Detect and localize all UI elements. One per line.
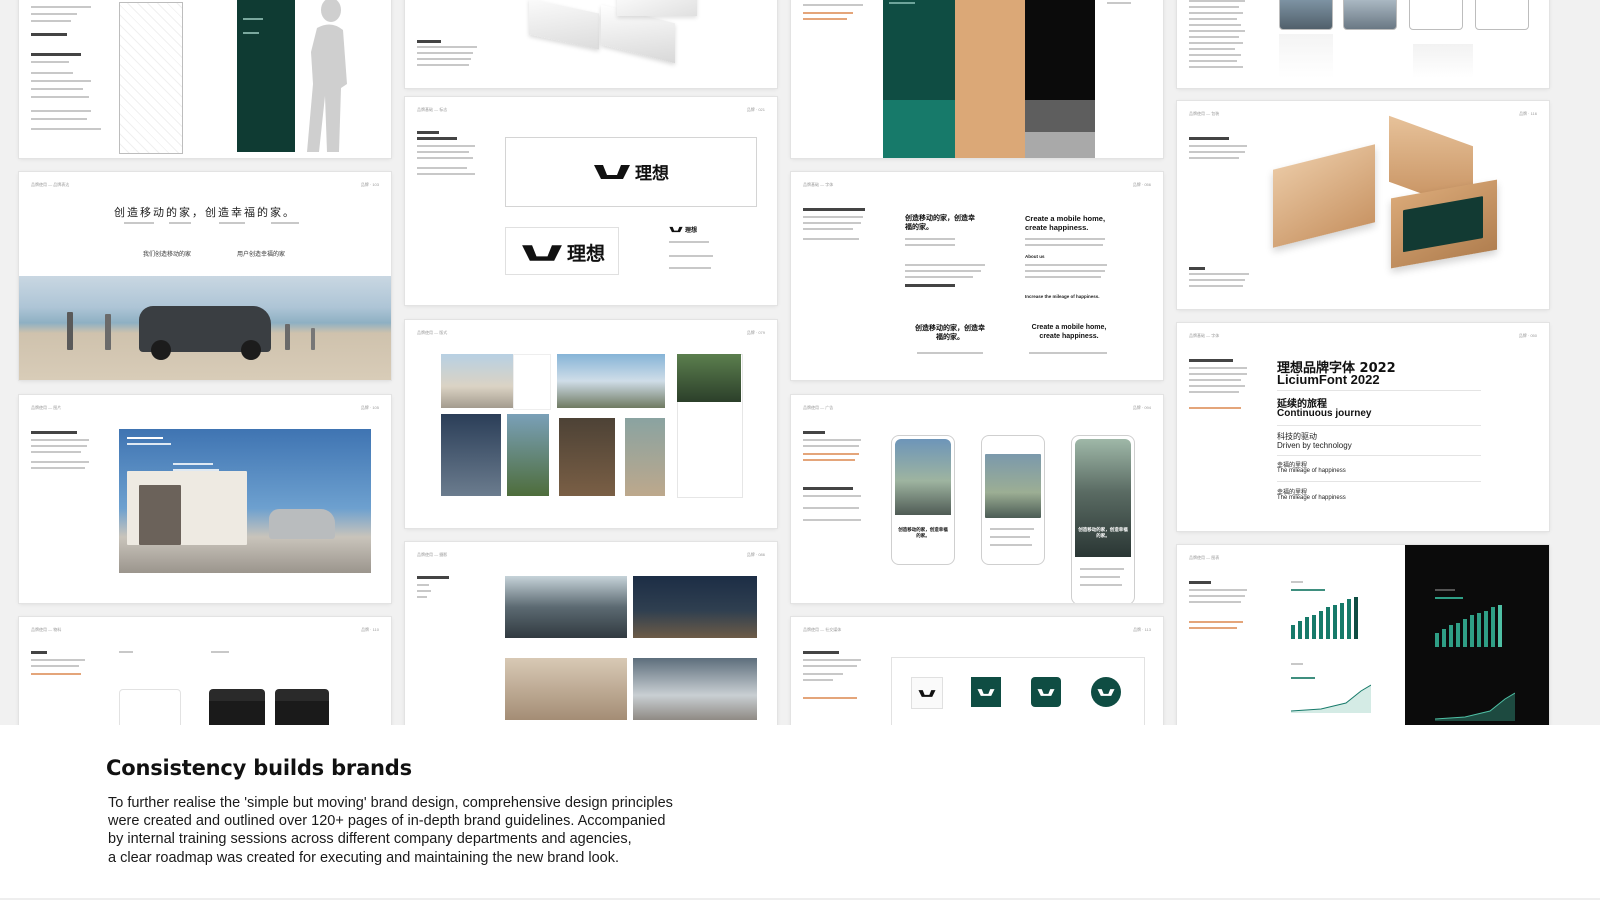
product-photo-suv-house — [505, 576, 627, 638]
guideline-page-typography-layout: 品牌基础 — 字体 品牌 · 056 创造移动的家，创造幸福的家。 Create … — [791, 172, 1163, 380]
logo-wordmark-small: 理想 — [669, 225, 697, 234]
guideline-page-layout-examples: 品牌使用 — 版式 品牌 · 079 — [405, 320, 777, 528]
font-tech-en: Driven by technology — [1277, 441, 1352, 450]
guideline-page-mobile-ads: 品牌使用 — 广告 品牌 · 094 创造移动的家，创造幸福的家。 创造移动的家… — [791, 395, 1163, 603]
area-chart-light — [1291, 684, 1371, 713]
product-photo-night-camp — [633, 576, 757, 638]
guideline-page-packaging-white — [405, 0, 777, 88]
type-sample-en-headline-2: create happiness. — [1025, 223, 1089, 232]
caption-body-line: To further realise the 'simple but movin… — [108, 795, 673, 811]
guideline-page-data-charts: 品牌使用 — 图表 — [1177, 545, 1549, 725]
font-journey-en: Continuous journey — [1277, 408, 1372, 419]
type-sample-en-headline-b-1: Create a mobile home, — [1031, 324, 1107, 331]
li-auto-logo-green-icon — [977, 688, 995, 696]
type-sample-cn-headline-b: 创造移动的家，创造幸福的家。 — [915, 324, 985, 341]
swatch-brand-black — [1025, 0, 1095, 100]
swatch-brand-tan — [955, 0, 1025, 158]
li-auto-logo-small-icon — [669, 226, 683, 233]
caption-body-line: a clear roadmap was created for executin… — [108, 849, 620, 866]
product-photo-family-interior — [505, 658, 627, 720]
phone-3-headline: 创造移动的家，创造幸福的家。 — [1078, 528, 1128, 539]
villa-suv-photo — [119, 429, 371, 573]
type-sample-en-headline-1: Create a mobile home, — [1025, 214, 1106, 223]
type-sample-cn-headline: 创造移动的家，创造幸福的家。 — [905, 214, 975, 231]
kraft-box-open — [1391, 179, 1497, 269]
avatar-green-square — [971, 677, 1001, 707]
kraft-box-closed — [1273, 144, 1375, 248]
area-chart-dark — [1435, 692, 1515, 721]
caption-body-line: were created and outlined over 120+ page… — [108, 813, 666, 830]
brand-guideline-page-grid: 品牌使用 — 品牌表达 品牌 · 103 创造移动的家，创造幸福的家。 我们创造移… — [0, 0, 1600, 725]
beach-suv-photo — [19, 276, 391, 380]
li-auto-logo-avatar-icon — [918, 689, 936, 697]
swatch-dark-grey — [1025, 100, 1095, 132]
slogan-text: 创造移动的家，创造幸福的家。 — [114, 206, 296, 219]
guideline-page-merchandise-cups: 品牌使用 — 物料 品牌 · 110 — [19, 617, 391, 725]
slogan-sub-left: 我们创造移动的家 — [143, 251, 192, 258]
logo-wordmark-large: 理想 — [521, 239, 605, 266]
guideline-page-packaging-kraft: 品牌使用 — 包装 品牌 · 116 — [1177, 101, 1549, 309]
product-photo-sunroof — [633, 658, 757, 720]
guideline-page-color-palette — [791, 0, 1163, 158]
guideline-page-signage-scale — [19, 0, 391, 158]
swatch-light-grey — [1025, 132, 1095, 158]
swatch-brand-green — [883, 0, 955, 100]
guideline-page-digital-mockups — [1177, 0, 1549, 88]
type-sample-about-label: About us — [1025, 254, 1045, 259]
avatar-green-circle — [1091, 677, 1121, 707]
dark-cup-2 — [275, 689, 329, 725]
font-title-en: LiciumFont 2022 — [1277, 372, 1380, 387]
slide: 品牌使用 — 品牌表达 品牌 · 103 创造移动的家，创造幸福的家。 我们创造移… — [0, 0, 1600, 900]
swatch-brand-teal — [883, 100, 955, 158]
avatar-outline-square — [911, 677, 943, 709]
phone-mockup-2 — [981, 435, 1045, 565]
logo-wordmark: 理想 — [593, 159, 669, 184]
caption-headline: Consistency builds brands — [106, 756, 412, 780]
dark-chart-panel — [1405, 545, 1549, 725]
guideline-page-image-style: 品牌使用 — 图片 品牌 · 105 — [19, 395, 391, 603]
slogan-sub-right: 用户创造幸福的家 — [237, 251, 286, 258]
caption-body: To further realise the 'simple but movin… — [108, 794, 708, 867]
type-sample-en-headline-b-2: create happiness. — [1039, 333, 1099, 340]
guideline-page-product-photography: 品牌使用 — 摄影 品牌 · 086 — [405, 542, 777, 725]
cup-outline — [119, 689, 181, 725]
li-auto-logo-rounded-icon — [1037, 688, 1055, 696]
font-happy-en-2: The mileage of happiness — [1277, 495, 1346, 501]
guideline-page-slogan: 品牌使用 — 品牌表达 品牌 · 103 创造移动的家，创造幸福的家。 我们创造移… — [19, 172, 391, 380]
guideline-page-social-avatar: 品牌使用 — 社交媒体 品牌 · 113 — [791, 617, 1163, 725]
li-auto-logo-large-icon — [522, 244, 562, 261]
bar-chart-light — [1291, 595, 1371, 639]
guideline-page-brand-font: 品牌基础 — 字体 品牌 · 050 理想品牌字体 2022 LiciumFont… — [1177, 323, 1549, 531]
li-auto-logo-circle-icon — [1097, 688, 1115, 696]
font-happy-en-1: The mileage of happiness — [1277, 468, 1346, 474]
person-silhouette-icon — [307, 0, 347, 152]
bar-chart-dark — [1435, 603, 1515, 647]
phone-mockup-3: 创造移动的家，创造幸福的家。 — [1071, 435, 1135, 603]
li-auto-logo-icon — [594, 164, 630, 179]
phone-mockup-1: 创造移动的家，创造幸福的家。 — [891, 435, 955, 565]
dark-cup-1 — [209, 689, 265, 725]
caption-body-line: by internal training sessions across dif… — [108, 831, 632, 848]
phone-1-headline: 创造移动的家，创造幸福的家。 — [898, 528, 948, 539]
guideline-page-logo-clearspace: 品牌基础 — 标志 品牌 · 021 理想 理想 理想 — [405, 97, 777, 305]
type-sample-mileage-line: Increase the mileage of happiness. — [1025, 294, 1100, 299]
avatar-green-rounded — [1031, 677, 1061, 707]
